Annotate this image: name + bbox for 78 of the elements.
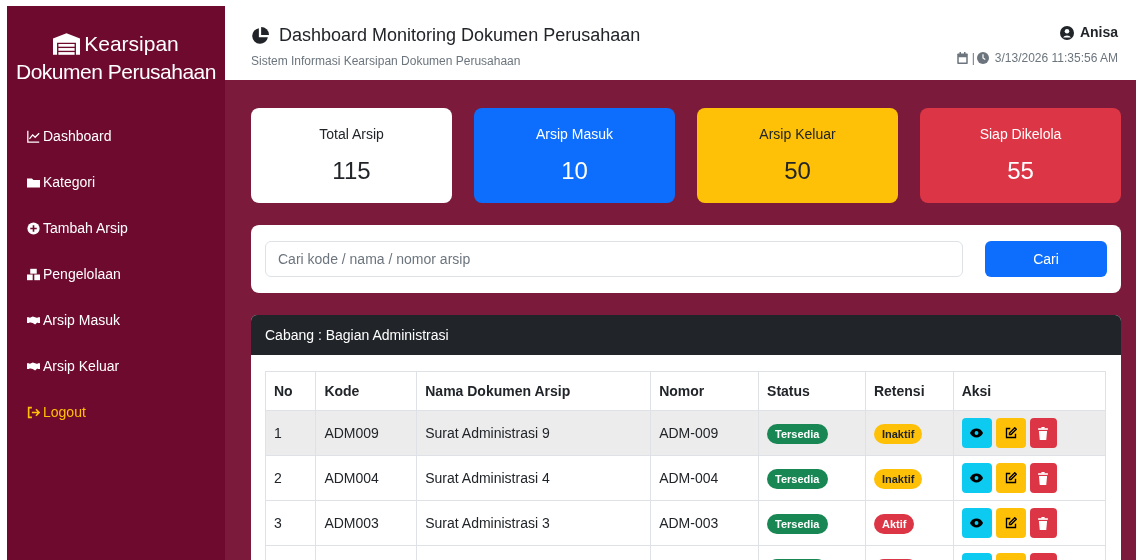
view-button[interactable] bbox=[961, 463, 992, 493]
table-cell: ADM-004 bbox=[659, 469, 719, 486]
separator: | bbox=[971, 50, 975, 67]
calendar-icon bbox=[956, 52, 968, 64]
nav-link[interactable]: Dashboard bbox=[27, 124, 225, 148]
chart-icon bbox=[27, 129, 40, 143]
search-button[interactable]: Cari bbox=[985, 241, 1107, 277]
view-button[interactable] bbox=[961, 418, 992, 448]
nav-link[interactable]: Pengelolaan bbox=[27, 262, 225, 286]
eye-icon bbox=[970, 518, 984, 528]
user-name: Anisa bbox=[1079, 23, 1118, 42]
stat-value: 115 bbox=[332, 156, 371, 186]
eye-icon bbox=[970, 428, 984, 438]
nav-link[interactable]: Arsip Masuk bbox=[27, 308, 225, 332]
retention-badge: Inaktif bbox=[873, 423, 923, 444]
stat-label: Arsip Keluar bbox=[759, 125, 836, 144]
delete-button[interactable] bbox=[1029, 418, 1057, 448]
table-cell: ADM-003 bbox=[659, 514, 719, 531]
stat-label: Arsip Masuk bbox=[536, 125, 613, 144]
table-cell: Surat Administrasi 4 bbox=[425, 469, 550, 486]
table-cell: Surat Administrasi 3 bbox=[425, 514, 550, 531]
table-cell: ADM004 bbox=[324, 469, 379, 486]
trash-icon bbox=[1038, 471, 1049, 485]
delete-button[interactable] bbox=[1029, 508, 1057, 538]
plus-icon bbox=[27, 221, 40, 235]
column-header: Nomor bbox=[650, 371, 759, 411]
edit-button[interactable] bbox=[995, 508, 1026, 538]
folder-icon bbox=[27, 175, 40, 189]
column-header: No bbox=[265, 371, 316, 411]
nav-link[interactable]: Tambah Arsip bbox=[27, 216, 225, 240]
stat-label: Total Arsip bbox=[319, 125, 384, 144]
logout-link[interactable]: Logout bbox=[27, 400, 225, 424]
brand-title: Kearsipan bbox=[84, 31, 179, 57]
page-title: Dashboard Monitoring Dokumen Perusahaan bbox=[279, 24, 641, 47]
nav-link[interactable]: Kategori bbox=[27, 170, 225, 194]
stat-value: 10 bbox=[561, 156, 588, 186]
datetime-text: 3/13/2026 11:35:56 AM bbox=[994, 50, 1118, 67]
brand-subtitle: Dokumen Perusahaan bbox=[16, 59, 216, 85]
status-badge: Tersedia bbox=[767, 513, 828, 534]
table-cell: 3 bbox=[274, 514, 282, 531]
table-cell: 2 bbox=[274, 469, 282, 486]
pie-chart-icon bbox=[251, 26, 269, 45]
edit-icon bbox=[1004, 517, 1017, 529]
boxes-icon bbox=[27, 267, 40, 281]
status-badge: Tersedia bbox=[767, 423, 828, 444]
clock-icon bbox=[976, 52, 989, 64]
view-button[interactable] bbox=[961, 508, 992, 538]
nav-link[interactable]: Arsip Keluar bbox=[27, 354, 225, 378]
table-cell: ADM003 bbox=[324, 514, 379, 531]
edit-icon bbox=[1004, 427, 1017, 439]
column-header: Status bbox=[758, 371, 866, 411]
column-header: Kode bbox=[315, 371, 417, 411]
card-title: Cabang : Bagian Administrasi bbox=[265, 325, 449, 345]
eye-icon bbox=[970, 473, 984, 483]
table-cell: 1 bbox=[274, 424, 282, 441]
stat-label: Siap Dikelola bbox=[979, 125, 1062, 144]
column-header: Retensi bbox=[865, 371, 954, 411]
stat-value: 50 bbox=[784, 156, 811, 186]
edit-button[interactable] bbox=[995, 418, 1026, 448]
trash-icon bbox=[1038, 516, 1049, 530]
table-cell: Surat Administrasi 9 bbox=[425, 424, 550, 441]
column-header: Nama Dokumen Arsip bbox=[416, 371, 651, 411]
warehouse-icon bbox=[53, 33, 81, 55]
status-badge: Tersedia bbox=[767, 468, 828, 489]
retention-badge: Inaktif bbox=[873, 468, 923, 489]
stat-value: 55 bbox=[1007, 156, 1034, 186]
edit-icon bbox=[1004, 472, 1017, 484]
table-cell: ADM009 bbox=[324, 424, 379, 441]
delete-button[interactable] bbox=[1029, 463, 1057, 493]
user-icon bbox=[1059, 25, 1074, 40]
trash-icon bbox=[1038, 426, 1049, 440]
edit-button[interactable] bbox=[995, 463, 1026, 493]
column-header: Aksi bbox=[953, 371, 1106, 411]
search-field[interactable]: Cari kode / nama / nomor arsip bbox=[265, 241, 963, 277]
page-subtitle: Sistem Informasi Kearsipan Dokumen Perusahaan bbox=[251, 53, 522, 70]
table-cell: ADM-009 bbox=[659, 424, 719, 441]
logout-icon bbox=[27, 405, 40, 419]
retention-badge: Aktif bbox=[873, 513, 915, 534]
